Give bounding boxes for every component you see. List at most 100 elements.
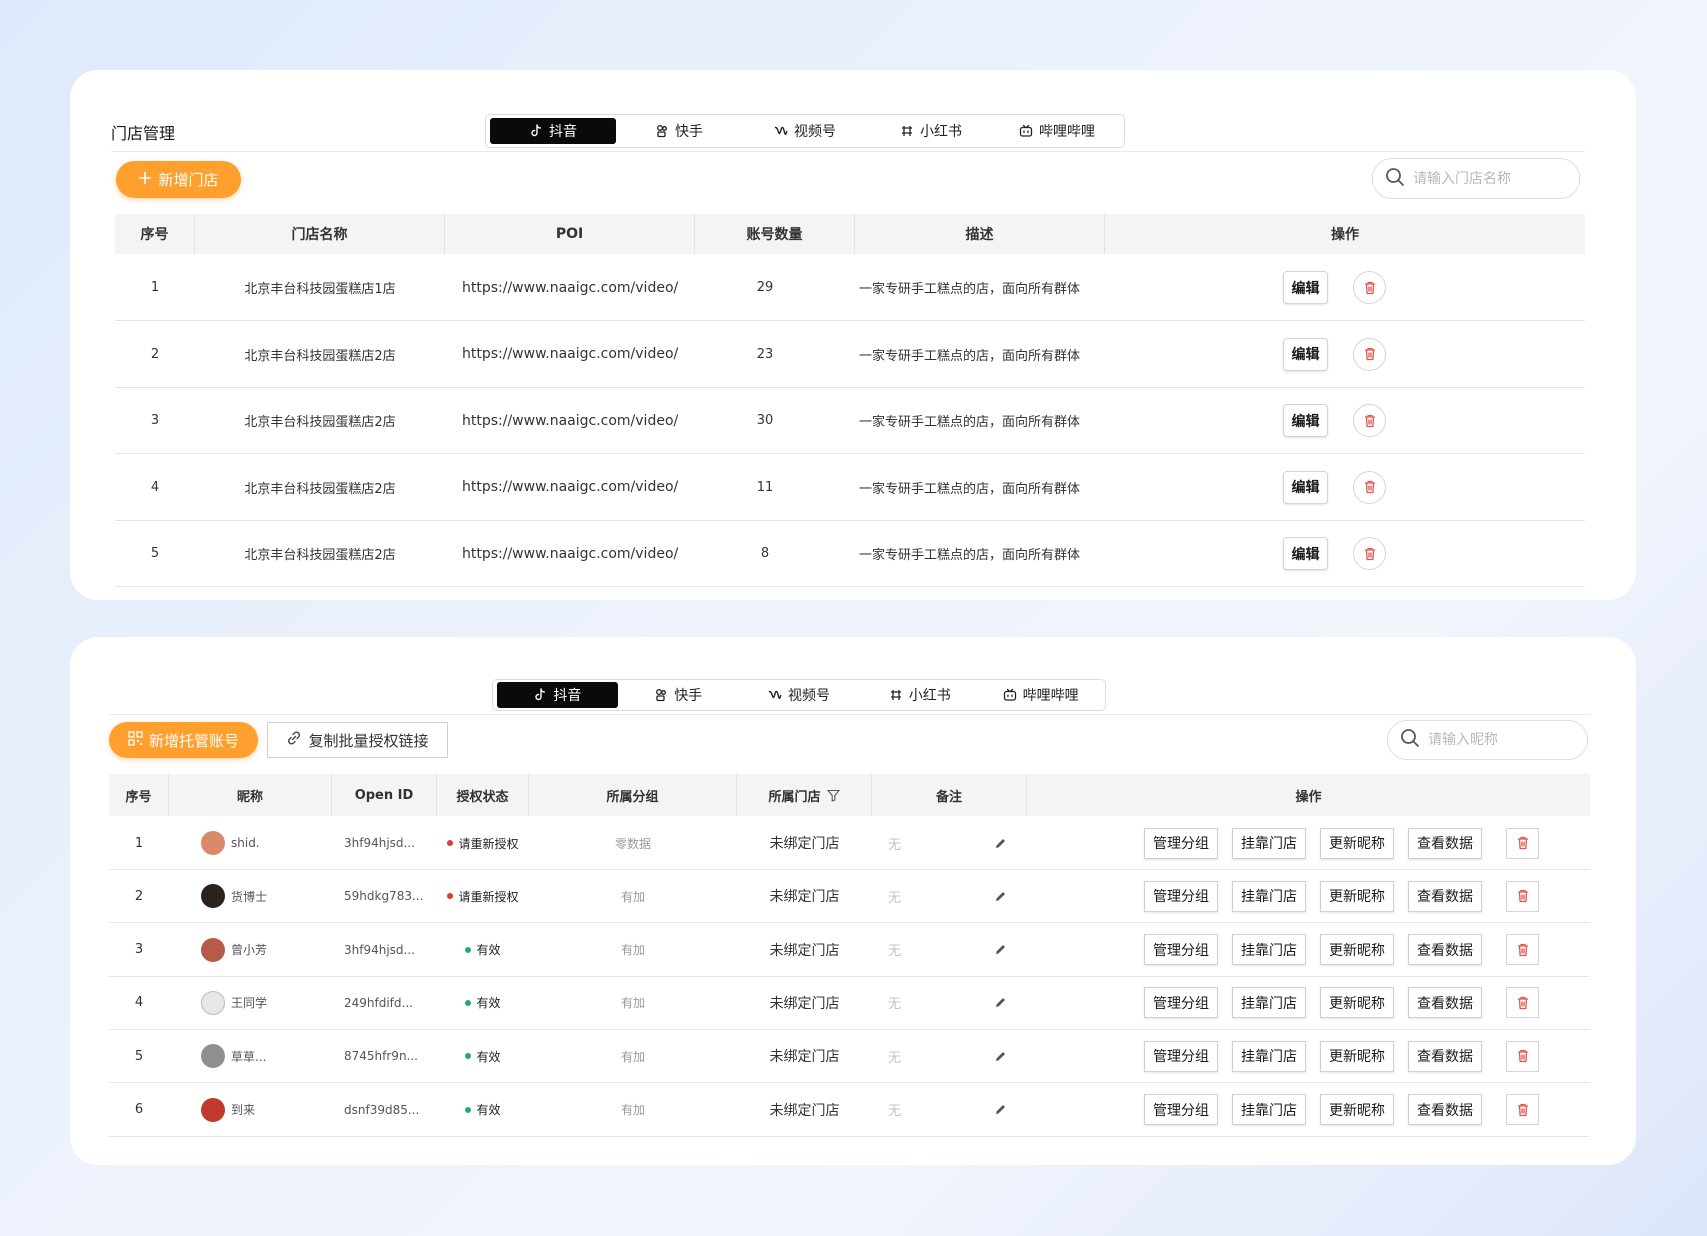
bound-store: 未绑定门店 <box>769 995 840 1012</box>
manage-group-button[interactable]: 管理分组 <box>1144 827 1218 859</box>
pencil-icon[interactable] <box>994 1050 1007 1063</box>
store-description: 一家专研手工糕点的店，面向所有群体 <box>859 282 1081 297</box>
store-poi[interactable]: https://www.naaigc.com/video/ <box>445 388 695 453</box>
manage-group-button[interactable]: 管理分组 <box>1144 1094 1218 1125</box>
view-data-button[interactable]: 查看数据 <box>1408 934 1482 966</box>
group: 有加 <box>620 943 645 958</box>
pencil-icon[interactable] <box>994 837 1007 850</box>
nickname-search-input[interactable] <box>1428 732 1548 748</box>
tab-shipinhao[interactable]: 视频号 <box>739 682 860 708</box>
group: 有加 <box>620 1103 645 1117</box>
open-id: 249hfdifd... <box>344 995 413 1010</box>
view-data-button[interactable]: 查看数据 <box>1408 1040 1482 1072</box>
store-poi[interactable]: https://www.naaigc.com/video/ <box>445 322 695 387</box>
account-count: 30 <box>756 413 774 428</box>
manage-group-button[interactable]: 管理分组 <box>1144 934 1218 966</box>
update-nickname-button[interactable]: 更新昵称 <box>1320 987 1394 1019</box>
add-store-button[interactable]: 新增门店 <box>116 161 241 198</box>
trash-icon <box>1362 346 1378 362</box>
view-data-button[interactable]: 查看数据 <box>1408 1094 1482 1125</box>
pencil-icon[interactable] <box>994 996 1007 1009</box>
pencil-icon[interactable] <box>994 890 1007 903</box>
column-label: 授权状态 <box>456 789 509 805</box>
tab-douyin[interactable]: 抖音 <box>497 682 618 708</box>
column-header[interactable]: 所属门店 <box>737 774 872 816</box>
view-data-button[interactable]: 查看数据 <box>1408 880 1482 912</box>
delete-button[interactable] <box>1353 271 1386 304</box>
auth-status[interactable]: 请重新授权 <box>437 817 529 869</box>
attach-store-button[interactable]: 挂靠门店 <box>1232 934 1306 966</box>
delete-button[interactable] <box>1353 337 1386 371</box>
filter-icon[interactable] <box>826 789 840 802</box>
nickname: 曾小芳 <box>231 943 268 958</box>
manage-group-button[interactable]: 管理分组 <box>1144 987 1218 1019</box>
open-id: 3hf94hjsd... <box>344 942 415 957</box>
store-poi[interactable]: https://www.naaigc.com/video/ <box>445 521 695 586</box>
update-nickname-button[interactable]: 更新昵称 <box>1320 880 1394 912</box>
qrcode-icon <box>128 730 143 750</box>
edit-button[interactable]: 编辑 <box>1283 470 1328 504</box>
attach-store-button[interactable]: 挂靠门店 <box>1232 987 1306 1019</box>
status-dot <box>465 1053 472 1060</box>
delete-button[interactable] <box>1506 880 1539 912</box>
add-managed-account-button[interactable]: 新增托管账号 <box>109 722 258 758</box>
store-search[interactable] <box>1372 158 1580 199</box>
table-row: 1 shid. 3hf94hjsd... 请重新授权 零数据 未绑定门店 无 管理分组 挂靠门店… <box>109 817 1590 870</box>
open-id: dsnf39d85... <box>344 1102 420 1117</box>
tab-bilibili[interactable]: 哔哩哔哩 <box>994 118 1120 144</box>
nickname: 到来 <box>231 1103 256 1117</box>
auth-status[interactable]: 请重新授权 <box>437 870 529 922</box>
tab-bilibili[interactable]: 哔哩哔哩 <box>980 682 1101 708</box>
copy-batch-auth-link-button[interactable]: 复制批量授权链接 <box>267 722 448 758</box>
edit-button[interactable]: 编辑 <box>1283 337 1328 371</box>
row-actions: 编辑 <box>1105 455 1585 520</box>
store-search-input[interactable] <box>1413 170 1543 187</box>
delete-button[interactable] <box>1353 470 1386 504</box>
delete-button[interactable] <box>1506 934 1539 966</box>
tab-xiaohongshu[interactable]: 小红书 <box>859 682 980 708</box>
trash-icon <box>1362 479 1378 495</box>
update-nickname-button[interactable]: 更新昵称 <box>1320 1040 1394 1072</box>
status-label: 有效 <box>476 943 501 958</box>
note-cell: 无 <box>872 924 1027 976</box>
table-row: 3 曾小芳 3hf94hjsd... 有效 有加 未绑定门店 无 管理分组 挂靠门店 更新昵称 查看… <box>109 924 1590 977</box>
attach-store-button[interactable]: 挂靠门店 <box>1232 1040 1306 1072</box>
attach-store-button[interactable]: 挂靠门店 <box>1232 1094 1306 1125</box>
column-header: 操作 <box>1027 774 1590 816</box>
update-nickname-button[interactable]: 更新昵称 <box>1320 1094 1394 1125</box>
tab-shipinhao[interactable]: 视频号 <box>742 118 868 144</box>
tab-douyin[interactable]: 抖音 <box>490 118 616 144</box>
store-poi[interactable]: https://www.naaigc.com/video/ <box>445 455 695 520</box>
attach-store-button[interactable]: 挂靠门店 <box>1232 880 1306 912</box>
update-nickname-button[interactable]: 更新昵称 <box>1320 827 1394 859</box>
nickname-search[interactable] <box>1387 720 1588 760</box>
tab-label: 小红书 <box>920 124 962 140</box>
tab-kuaishou[interactable]: 快手 <box>618 682 739 708</box>
pencil-icon[interactable] <box>994 943 1007 956</box>
tab-kuaishou[interactable]: 快手 <box>616 118 742 144</box>
trash-icon <box>1515 942 1531 958</box>
edit-button[interactable]: 编辑 <box>1283 537 1328 570</box>
store-poi[interactable]: https://www.naaigc.com/video/ <box>445 255 695 320</box>
delete-button[interactable] <box>1353 404 1386 437</box>
delete-button[interactable] <box>1506 1094 1539 1125</box>
delete-button[interactable] <box>1353 537 1386 570</box>
status-label: 请重新授权 <box>458 836 519 851</box>
tab-label: 抖音 <box>553 688 582 704</box>
row-actions: 管理分组 挂靠门店 更新昵称 查看数据 <box>1027 924 1590 976</box>
note: 无 <box>888 890 902 906</box>
manage-group-button[interactable]: 管理分组 <box>1144 880 1218 912</box>
delete-button[interactable] <box>1506 827 1539 859</box>
delete-button[interactable] <box>1506 987 1539 1019</box>
pencil-icon[interactable] <box>994 1103 1007 1116</box>
view-data-button[interactable]: 查看数据 <box>1408 987 1482 1019</box>
delete-button[interactable] <box>1506 1040 1539 1072</box>
manage-group-button[interactable]: 管理分组 <box>1144 1040 1218 1072</box>
update-nickname-button[interactable]: 更新昵称 <box>1320 934 1394 966</box>
edit-button[interactable]: 编辑 <box>1283 271 1328 304</box>
attach-store-button[interactable]: 挂靠门店 <box>1232 827 1306 859</box>
edit-button[interactable]: 编辑 <box>1283 404 1328 437</box>
note: 无 <box>888 944 902 960</box>
view-data-button[interactable]: 查看数据 <box>1408 827 1482 859</box>
tab-xiaohongshu[interactable]: 小红书 <box>868 118 994 144</box>
